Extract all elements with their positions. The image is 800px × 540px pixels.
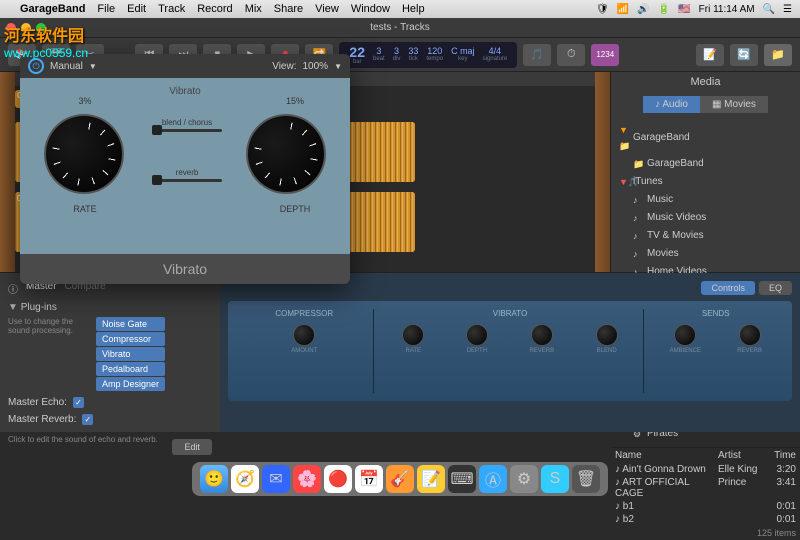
notepad-button[interactable]: 📝 (696, 44, 724, 66)
reverb-checkbox[interactable]: ✓ (82, 414, 93, 425)
menu-edit[interactable]: Edit (127, 3, 146, 15)
watermark: 河东软件园 www.pc0359.cn (4, 22, 88, 60)
menu-mix[interactable]: Mix (245, 3, 262, 15)
knob-amount[interactable] (293, 324, 315, 346)
app-name[interactable]: GarageBand (20, 3, 85, 15)
menu-track[interactable]: Track (158, 3, 185, 15)
notes-icon[interactable]: 📝 (417, 465, 445, 493)
tab-movies[interactable]: ▦ Movies (700, 96, 768, 113)
fx-strip: COMPRESSOR AMOUNT VIBRATO RATE DEPTH REV… (228, 301, 792, 401)
media-button[interactable]: 📁 (764, 44, 792, 66)
reverb-label: reverb (152, 168, 222, 177)
media-panel: Media ♪ Audio ▦ Movies ▼📁GarageBand 📁Gar… (610, 72, 800, 272)
metronome-button[interactable]: ⏱ (557, 44, 585, 66)
knob-depth[interactable] (466, 324, 488, 346)
shield-icon[interactable]: 🛡 (596, 4, 609, 15)
media-title: Media (611, 72, 800, 92)
edit-hint: Click to edit the sound of echo and reve… (8, 435, 172, 444)
trash-icon[interactable]: 🗑 (572, 465, 600, 493)
terminal-icon[interactable]: ⌨ (448, 465, 476, 493)
menu-share[interactable]: Share (274, 3, 303, 15)
info-icon[interactable]: ⓘ (8, 281, 18, 296)
volume-icon[interactable]: 🔊 (637, 4, 649, 15)
calendar-icon[interactable]: 📅 (355, 465, 383, 493)
window-titlebar: tests - Tracks (0, 18, 800, 38)
inspector-panel: ⓘ Master Compare ▼ Plug-ins Use to chang… (0, 273, 220, 432)
finder-icon[interactable]: 🙂 (200, 465, 228, 493)
plugin-noisegate[interactable]: Noise Gate (96, 317, 165, 331)
spotlight-icon[interactable]: 🔍 (763, 4, 775, 15)
controls-panel: Controls EQ COMPRESSOR AMOUNT VIBRATO RA… (220, 273, 800, 432)
power-button[interactable]: ⏻ (28, 58, 44, 74)
depth-value: 15% (130, 96, 460, 106)
track-row[interactable]: ♪ ART OFFICIAL CAGEPrince3:41 (611, 476, 800, 500)
skype-icon[interactable]: S (541, 465, 569, 493)
tab-controls[interactable]: Controls (701, 281, 755, 295)
wood-sidebar-right (595, 72, 610, 272)
macos-dock[interactable]: 🙂 🧭 ✉ 🌸 🔴 📅 🎸 📝 ⌨ Ⓐ ⚙ S 🗑 (192, 462, 608, 496)
bottom-panel: ⓘ Master Compare ▼ Plug-ins Use to chang… (0, 272, 800, 432)
preferences-icon[interactable]: ⚙ (510, 465, 538, 493)
flag-icon[interactable]: 🇺🇸 (678, 4, 690, 15)
reverb-label: Master Reverb: (8, 414, 76, 425)
lcd-display[interactable]: 22bar 3beat 3div 33tick 120tempo C majke… (339, 42, 517, 68)
mail-icon[interactable]: ✉ (262, 465, 290, 493)
plugin-compressor[interactable]: Compressor (96, 332, 165, 346)
depth-dial[interactable] (246, 114, 326, 194)
plugin-vibrato[interactable]: Vibrato (96, 347, 165, 361)
menu-window[interactable]: Window (351, 3, 390, 15)
safari-icon[interactable]: 🧭 (231, 465, 259, 493)
knob-send-reverb[interactable] (739, 324, 761, 346)
appstore-icon[interactable]: Ⓐ (479, 465, 507, 493)
plugins-header[interactable]: ▼ Plug-ins (8, 302, 212, 313)
reverb-slider[interactable] (152, 179, 222, 182)
track-row[interactable]: ♪ b10:01 (611, 500, 800, 513)
plugin-footer: Vibrato (20, 254, 350, 284)
track-row[interactable]: ♪ b20:01 (611, 513, 800, 526)
knob-reverb[interactable] (531, 324, 553, 346)
photos-icon[interactable]: 🌸 (293, 465, 321, 493)
tab-eq[interactable]: EQ (759, 281, 792, 295)
window-title: tests - Tracks (370, 22, 429, 33)
chrome-icon[interactable]: 🔴 (324, 465, 352, 493)
blend-label: blend / chorus (152, 118, 222, 127)
blend-slider[interactable] (152, 129, 222, 132)
track-count: 125 items (611, 526, 800, 540)
knob-rate[interactable] (402, 324, 424, 346)
menu-record[interactable]: Record (197, 3, 232, 15)
count-in-button[interactable]: 1234 (591, 44, 619, 66)
tab-audio[interactable]: ♪ Audio (643, 96, 700, 113)
plugins-desc: Use to change the sound processing. (8, 317, 88, 383)
mode-select[interactable]: Manual (50, 61, 83, 72)
edit-button[interactable]: Edit (172, 439, 212, 455)
menu-help[interactable]: Help (402, 3, 425, 15)
knob-blend[interactable] (596, 324, 618, 346)
tuner-button[interactable]: 🎵 (523, 44, 551, 66)
depth-label: DEPTH (130, 204, 460, 214)
battery-icon[interactable]: 🔋 (658, 4, 670, 15)
echo-checkbox[interactable]: ✓ (73, 397, 84, 408)
menu-view[interactable]: View (315, 3, 339, 15)
knob-ambience[interactable] (674, 324, 696, 346)
wifi-icon[interactable]: 📶 (617, 4, 629, 15)
view-zoom[interactable]: 100% (303, 61, 329, 72)
track-row[interactable]: ♪ Ain't Gonna DrownElle King3:20 (611, 463, 800, 476)
menu-file[interactable]: File (97, 3, 115, 15)
loops-button[interactable]: 🔄 (730, 44, 758, 66)
clock[interactable]: Fri 11:14 AM (699, 4, 755, 15)
notif-icon[interactable]: ☰ (783, 4, 792, 15)
rate-dial[interactable] (44, 114, 124, 194)
track-list-header[interactable]: Name Artist Time (611, 448, 800, 463)
view-label: View: (272, 61, 296, 72)
plugin-ampdesigner[interactable]: Amp Designer (96, 377, 165, 391)
macos-menubar: GarageBand File Edit Track Record Mix Sh… (0, 0, 800, 18)
echo-label: Master Echo: (8, 397, 67, 408)
garageband-icon[interactable]: 🎸 (386, 465, 414, 493)
vibrato-plugin-window[interactable]: ⏻ Manual ▼ View: 100% ▼ Vibrato 3% 15% R… (20, 54, 350, 284)
plugin-pedalboard[interactable]: Pedalboard (96, 362, 165, 376)
